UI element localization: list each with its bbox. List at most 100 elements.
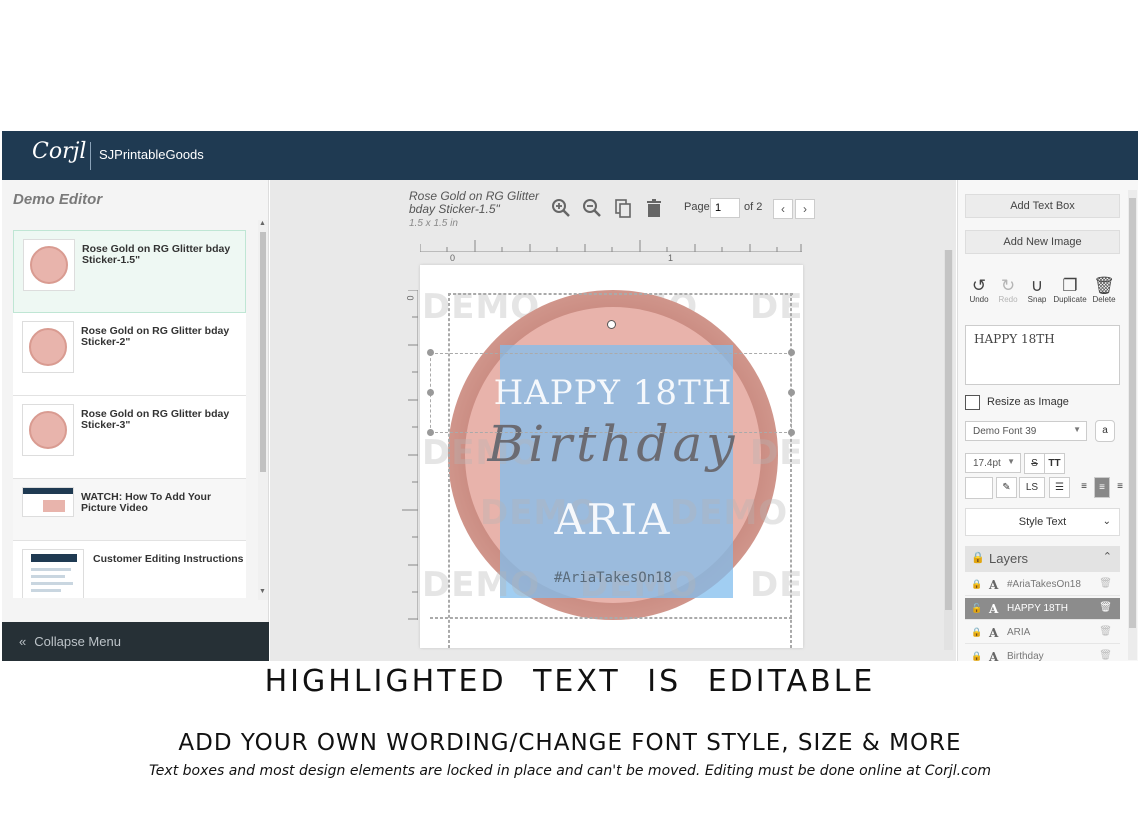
- undo-button[interactable]: ↺ Undo: [964, 277, 994, 305]
- template-list: Rose Gold on RG Glitter bday Sticker-1.5…: [13, 230, 246, 598]
- sticker-thumbnail-icon: [29, 328, 67, 366]
- layer-name: Birthday: [1007, 651, 1044, 661]
- header-divider: [90, 142, 91, 170]
- sticker-text-hashtag[interactable]: #AriaTakesOn18: [448, 570, 778, 586]
- ruler-top-label: 1: [668, 253, 674, 263]
- text-layer-icon: A: [989, 578, 999, 592]
- video-thumbnail: [22, 487, 74, 517]
- align-center-icon[interactable]: ≡: [1094, 477, 1110, 498]
- redo-label: Redo: [998, 295, 1018, 304]
- trash-icon[interactable]: 🗑: [1099, 578, 1112, 589]
- uppercase-icon[interactable]: TT: [1044, 453, 1065, 474]
- left-panel: Demo Editor Rose Gold on RG Glitter bday…: [2, 180, 269, 661]
- text-content-field[interactable]: HAPPY 18TH: [965, 325, 1120, 385]
- next-page-button[interactable]: ›: [795, 199, 815, 219]
- letter-spacing-icon[interactable]: LS: [1019, 477, 1045, 498]
- document-size: 1.5 x 1.5 in: [409, 218, 458, 229]
- redo-button[interactable]: ↻ Redo: [993, 277, 1023, 305]
- scroll-down-icon[interactable]: ▼: [259, 588, 266, 595]
- zoom-out-icon[interactable]: [581, 198, 603, 220]
- style-text-label: Style Text: [1018, 516, 1067, 528]
- template-thumbnail: [22, 321, 74, 373]
- lock-icon: 🔒: [971, 552, 985, 564]
- layers-header[interactable]: 🔒 Layers ⌃: [965, 546, 1120, 572]
- add-new-image-button[interactable]: Add New Image: [965, 230, 1120, 254]
- left-ruler: 0: [394, 290, 418, 620]
- trash-icon[interactable]: 🗑: [1099, 650, 1112, 661]
- duplicate-button[interactable]: ❐ Duplicate: [1052, 276, 1088, 305]
- color-swatch[interactable]: [965, 477, 993, 499]
- style-text-dropdown[interactable]: Style Text ⌄: [965, 508, 1120, 536]
- resize-handle[interactable]: [427, 349, 434, 356]
- resize-handle[interactable]: [788, 349, 795, 356]
- zoom-in-icon[interactable]: [550, 198, 572, 220]
- template-thumbnail: [22, 404, 74, 456]
- canvas-scrollbar[interactable]: [944, 250, 953, 650]
- font-size-select[interactable]: 17.4pt ▼: [965, 453, 1021, 473]
- template-item[interactable]: Rose Gold on RG Glitter bday Sticker-3": [13, 396, 246, 479]
- lock-icon[interactable]: 🔒: [971, 627, 982, 638]
- guide-line: [790, 293, 792, 648]
- corjl-logo[interactable]: Corjl: [32, 139, 86, 164]
- resize-handle[interactable]: [788, 389, 795, 396]
- template-item[interactable]: Rose Gold on RG Glitter bday Sticker-2": [13, 313, 246, 396]
- layer-item[interactable]: 🔓 A HAPPY 18TH 🗑: [965, 598, 1120, 620]
- rotate-handle[interactable]: [607, 320, 616, 329]
- layer-item[interactable]: 🔒 A #AriaTakesOn18 🗑: [965, 574, 1120, 596]
- lock-icon[interactable]: 🔒: [971, 579, 982, 590]
- snap-label: Snap: [1027, 295, 1047, 304]
- trash-icon[interactable]: 🗑: [1099, 602, 1112, 613]
- text-layer-icon: A: [989, 602, 999, 616]
- resize-as-image-checkbox[interactable]: [965, 395, 980, 410]
- scrollbar-thumb[interactable]: [1129, 198, 1136, 628]
- undo-label: Undo: [969, 295, 989, 304]
- template-label: Customer Editing Instructions: [93, 553, 244, 565]
- ruler-left-label: 0: [405, 295, 416, 301]
- template-item[interactable]: Rose Gold on RG Glitter bday Sticker-1.5…: [13, 230, 246, 313]
- sticker-thumbnail-icon: [29, 411, 67, 449]
- text-layer-icon: A: [989, 650, 999, 661]
- font-family-value: Demo Font 39: [973, 426, 1037, 437]
- resize-handle[interactable]: [788, 429, 795, 436]
- strikethrough-icon[interactable]: S: [1024, 453, 1045, 474]
- previous-page-button[interactable]: ‹: [773, 199, 793, 219]
- font-family-select[interactable]: Demo Font 39 ▼: [965, 421, 1087, 441]
- scroll-up-icon[interactable]: ▲: [259, 220, 266, 227]
- delete-button[interactable]: 🗑 Delete: [1089, 277, 1119, 305]
- selection-box[interactable]: [430, 353, 792, 433]
- trash-icon[interactable]: 🗑: [1099, 626, 1112, 637]
- font-preview-icon[interactable]: a: [1095, 420, 1115, 442]
- collapse-menu-button[interactable]: « Collapse Menu: [2, 622, 269, 661]
- layer-item[interactable]: 🔒 A Birthday 🗑: [965, 646, 1120, 661]
- scrollbar-thumb[interactable]: [945, 250, 952, 610]
- sticker-text-name[interactable]: ARIA: [448, 495, 778, 544]
- trash-icon[interactable]: [643, 198, 665, 220]
- note-caption: Text boxes and most design elements are …: [148, 763, 992, 779]
- headline-caption: HIGHLIGHTED TEXT IS EDITABLE: [264, 664, 876, 699]
- line-height-icon[interactable]: ☰: [1049, 477, 1070, 498]
- eyedropper-icon[interactable]: ✎: [996, 477, 1017, 498]
- shop-name: SJPrintableGoods: [99, 147, 204, 162]
- app-header: Corjl SJPrintableGoods: [2, 131, 1138, 180]
- scrollbar-thumb[interactable]: [260, 232, 266, 472]
- align-left-icon[interactable]: ≡: [1076, 477, 1092, 498]
- layer-item[interactable]: 🔒 A ARIA 🗑: [965, 622, 1120, 644]
- guide-line: [448, 293, 450, 648]
- copy-page-icon[interactable]: [612, 198, 634, 220]
- align-right-icon[interactable]: ≡: [1112, 477, 1128, 498]
- lock-icon[interactable]: 🔒: [971, 651, 982, 661]
- duplicate-icon: ❐: [1062, 276, 1078, 295]
- chevron-right-icon: ›: [803, 202, 807, 216]
- layer-name: ARIA: [1007, 627, 1031, 638]
- page-number-input[interactable]: [710, 198, 740, 218]
- add-text-box-button[interactable]: Add Text Box: [965, 194, 1120, 218]
- right-panel-scrollbar[interactable]: [1128, 190, 1137, 660]
- snap-button[interactable]: ∪ Snap: [1022, 277, 1052, 305]
- template-list-scrollbar[interactable]: ▲ ▼: [258, 220, 268, 600]
- template-item[interactable]: WATCH: How To Add Your Picture Video: [13, 479, 246, 541]
- resize-handle[interactable]: [427, 429, 434, 436]
- template-item[interactable]: Customer Editing Instructions: [13, 541, 246, 598]
- resize-handle[interactable]: [427, 389, 434, 396]
- unlock-icon[interactable]: 🔓: [971, 603, 982, 614]
- layer-name: #AriaTakesOn18: [1007, 579, 1081, 590]
